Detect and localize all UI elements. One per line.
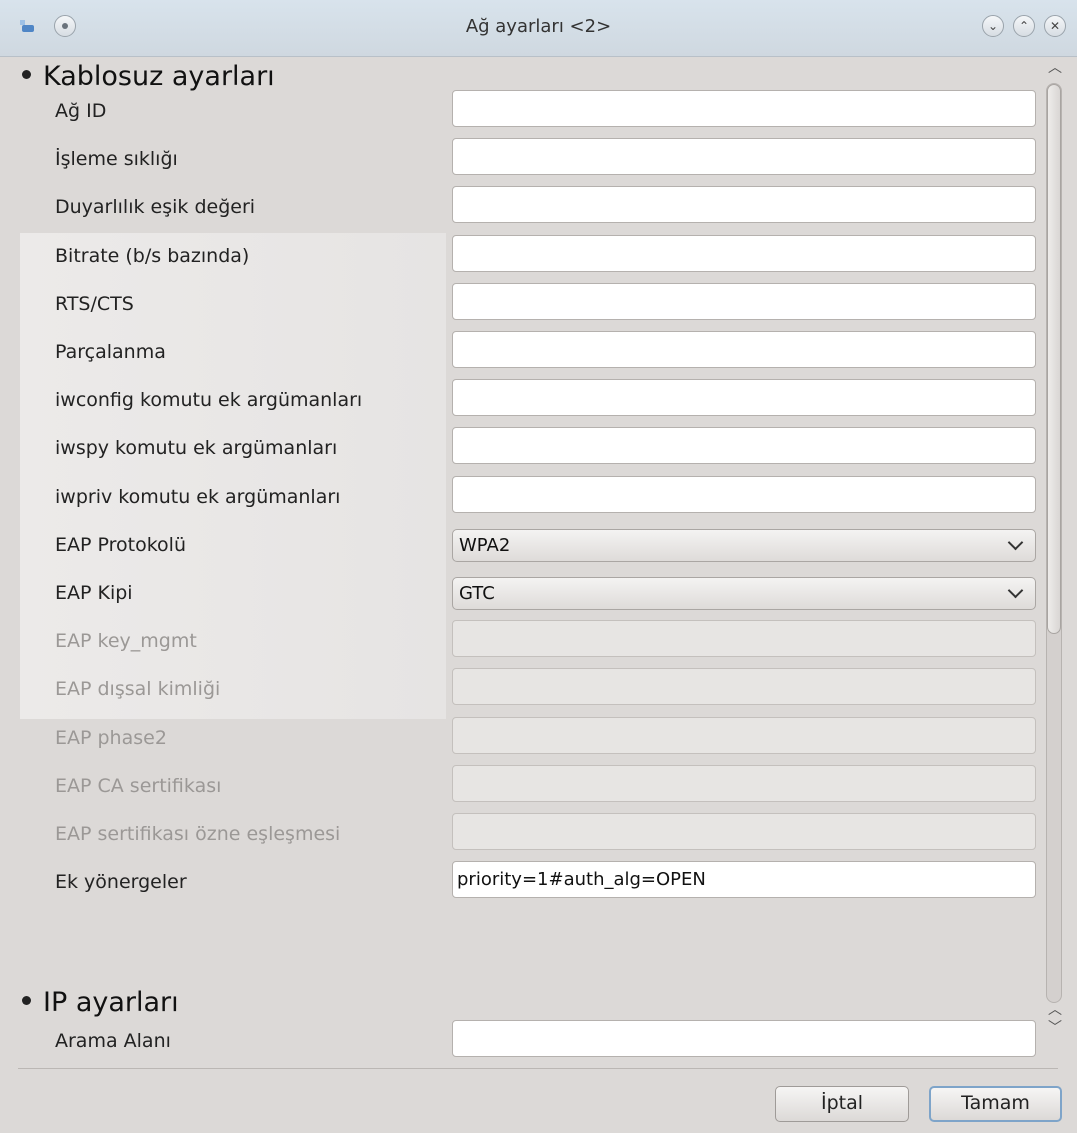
arama-alani-input[interactable]	[452, 1020, 1036, 1057]
label-eap-dissal-kimligi: EAP dışsal kimliği	[55, 678, 221, 701]
input-value: priority=1#auth_alg=OPEN	[457, 869, 706, 891]
label-duyarlilik-esik-degeri: Duyarlılık eşik değeri	[55, 196, 256, 219]
wireless-section-title: Kablosuz ayarları	[22, 61, 275, 92]
label-eap-ca-sertifikasi: EAP CA sertifikası	[55, 774, 222, 797]
eap-ca-sertifikasi-input	[452, 764, 1036, 802]
bitrate-b-s-bazinda-input[interactable]	[452, 234, 1036, 272]
eap-key-mgmt-input	[452, 620, 1036, 658]
label-bitrate-b-s-bazinda: Bitrate (b/s bazında)	[55, 244, 250, 267]
parcalanma-input[interactable]	[452, 331, 1036, 368]
titlebar: Ağ ayarları <2> ⌄ ⌃ ✕	[0, 0, 1077, 57]
maximize-icon: ⌃	[1018, 19, 1030, 33]
eap-dissal-kimligi-input	[452, 668, 1036, 706]
duyarlilik-esik-degeri-input[interactable]	[452, 186, 1036, 224]
bullet-icon	[22, 996, 31, 1005]
label-isleme-sikligi: İşleme sıklığı	[55, 148, 178, 171]
close-button[interactable]: ✕	[1044, 15, 1066, 37]
ok-button[interactable]: Tamam	[929, 1086, 1062, 1122]
eap-phase2-input	[452, 716, 1036, 754]
scroll-down-icon[interactable]: ﹀	[1048, 1017, 1062, 1037]
bullet-icon	[22, 70, 31, 79]
label-iwpriv-komutu-ek-argumanlari: iwpriv komutu ek argümanları	[55, 485, 341, 508]
eap-sertifikasi-ozne-eslesmesi-input	[452, 813, 1036, 850]
isleme-sikligi-input[interactable]	[452, 138, 1036, 176]
iwspy-komutu-ek-argumanlari-input[interactable]	[452, 427, 1036, 465]
eap-kipi-select[interactable]: GTC	[452, 577, 1036, 610]
scrollbar-thumb[interactable]	[1047, 84, 1061, 634]
label-iwspy-komutu-ek-argumanlari: iwspy komutu ek argümanları	[55, 437, 338, 460]
cancel-button[interactable]: İptal	[775, 1086, 909, 1122]
iwconfig-komutu-ek-argumanlari-input[interactable]	[452, 379, 1036, 417]
scroll-up-icon[interactable]: ︿	[1048, 999, 1062, 1019]
network-settings-window: Ağ ayarları <2> ⌄ ⌃ ✕ Kablosuz ayarları …	[0, 0, 1077, 1133]
iwpriv-komutu-ek-argumanlari-input[interactable]	[452, 475, 1036, 513]
label-eap-protokolu: EAP Protokolü	[55, 533, 186, 556]
label-eap-sertifikasi-ozne-eslesmesi: EAP sertifikası özne eşleşmesi	[55, 823, 341, 845]
label-rts-cts: RTS/CTS	[55, 292, 134, 315]
chevron-down-icon	[1007, 582, 1024, 599]
ag-id-input[interactable]	[452, 90, 1036, 127]
label-ag-id: Ağ ID	[55, 100, 107, 122]
label-parcalanma: Parçalanma	[55, 341, 166, 363]
maximize-button[interactable]: ⌃	[1013, 15, 1035, 37]
label-ek-yonergeler: Ek yönergeler	[55, 871, 187, 894]
close-icon: ✕	[1049, 19, 1061, 33]
minimize-icon: ⌄	[987, 19, 999, 33]
label-eap-key-mgmt: EAP key_mgmt	[55, 630, 197, 653]
chevron-down-icon	[1007, 534, 1024, 551]
label-arama-alani: Arama Alanı	[55, 1030, 171, 1052]
separator	[18, 1068, 1058, 1069]
select-value: WPA2	[459, 534, 511, 556]
scroll-up-icon[interactable]: ︿	[1048, 57, 1062, 77]
label-eap-phase2: EAP phase2	[55, 726, 167, 749]
label-iwconfig-komutu-ek-argumanlari: iwconfig komutu ek argümanları	[55, 389, 363, 412]
scrollbar-track[interactable]	[1046, 83, 1062, 1003]
window-title: Ağ ayarları <2>	[465, 16, 612, 37]
eap-protokolu-select[interactable]: WPA2	[452, 528, 1036, 562]
minimize-button[interactable]: ⌄	[982, 15, 1004, 37]
scroll-area[interactable]: Kablosuz ayarları Ağ ID İşleme sıklığı Duy…	[0, 57, 1077, 1057]
rts-cts-input[interactable]	[452, 282, 1036, 320]
label-eap-kipi: EAP Kipi	[55, 582, 133, 604]
ip-section-title: IP ayarları	[22, 987, 179, 1018]
vertical-scrollbar[interactable]: ︿ ︿ ﹀	[1040, 57, 1070, 1047]
ek-yonergeler-input[interactable]: priority=1#auth_alg=OPEN	[452, 861, 1036, 899]
select-value: GTC	[459, 583, 495, 604]
